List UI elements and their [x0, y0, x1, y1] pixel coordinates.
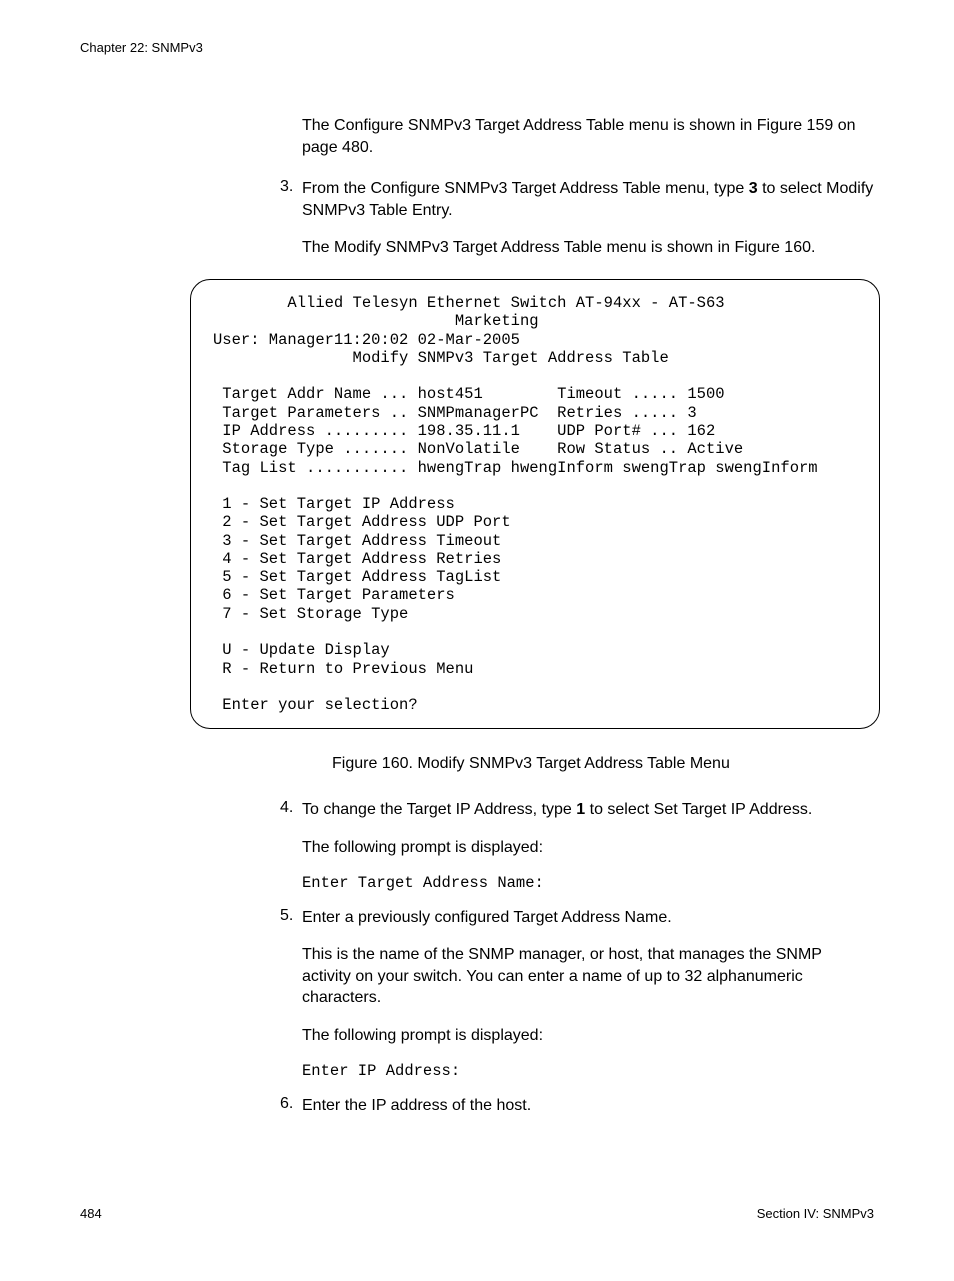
step-key: 3 — [749, 180, 758, 197]
step-4: 4. To change the Target IP Address, type… — [280, 799, 874, 892]
step-number: 3. — [280, 178, 302, 259]
step-body: Enter a previously configured Target Add… — [302, 907, 874, 1081]
step-number: 6. — [280, 1095, 302, 1117]
prompt-text: Enter IP Address: — [302, 1062, 874, 1080]
intro-paragraph: The Configure SNMPv3 Target Address Tabl… — [302, 115, 874, 158]
prompt-text: Enter Target Address Name: — [302, 874, 874, 892]
step-key: 1 — [576, 801, 585, 818]
step-text: To change the Target IP Address, type — [302, 801, 576, 818]
page-number: 484 — [80, 1206, 102, 1221]
section-label: Section IV: SNMPv3 — [757, 1206, 874, 1221]
content-area-2: Figure 160. Modify SNMPv3 Target Address… — [280, 753, 874, 1116]
step-number: 5. — [280, 907, 302, 1081]
page-header: Chapter 22: SNMPv3 — [80, 40, 874, 55]
step-sub: The Modify SNMPv3 Target Address Table m… — [302, 237, 874, 259]
step-body: To change the Target IP Address, type 1 … — [302, 799, 874, 892]
step-3: 3. From the Configure SNMPv3 Target Addr… — [280, 178, 874, 259]
step-6: 6. Enter the IP address of the host. — [280, 1095, 874, 1117]
step-sub: The following prompt is displayed: — [302, 837, 874, 859]
step-text-tail: to select Set Target IP Address. — [585, 801, 812, 818]
page-footer: 484 Section IV: SNMPv3 — [80, 1206, 874, 1221]
terminal-screen: Allied Telesyn Ethernet Switch AT-94xx -… — [190, 279, 880, 729]
step-sub-2: The following prompt is displayed: — [302, 1025, 874, 1047]
step-sub: This is the name of the SNMP manager, or… — [302, 944, 874, 1009]
step-text: Enter a previously configured Target Add… — [302, 909, 672, 926]
content-area: The Configure SNMPv3 Target Address Tabl… — [280, 115, 874, 259]
step-body: From the Configure SNMPv3 Target Address… — [302, 178, 874, 259]
step-text: Enter the IP address of the host. — [302, 1097, 531, 1114]
step-body: Enter the IP address of the host. — [302, 1095, 874, 1117]
step-number: 4. — [280, 799, 302, 892]
figure-caption: Figure 160. Modify SNMPv3 Target Address… — [332, 753, 874, 775]
step-text: From the Configure SNMPv3 Target Address… — [302, 180, 749, 197]
step-5: 5. Enter a previously configured Target … — [280, 907, 874, 1081]
